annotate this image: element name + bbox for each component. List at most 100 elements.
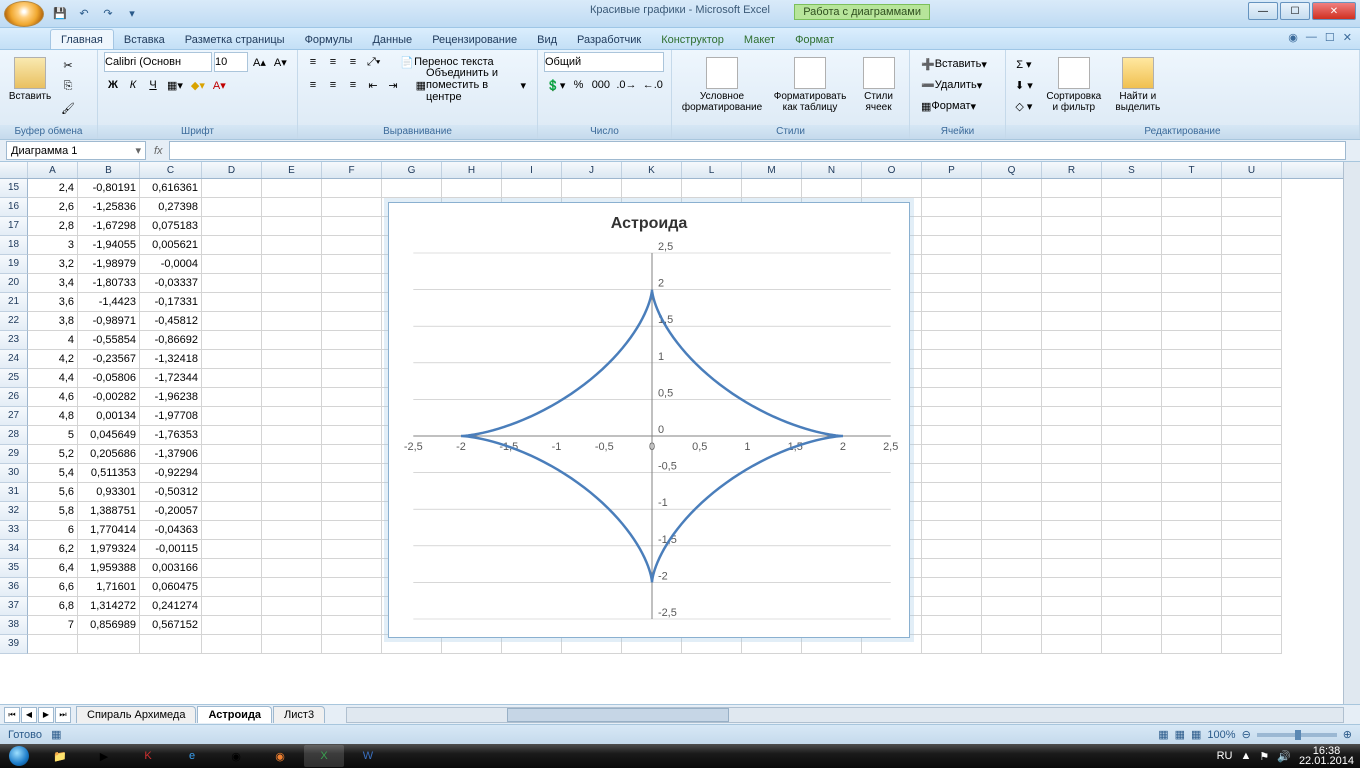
cell-D36[interactable] <box>202 578 262 597</box>
cell-P23[interactable] <box>922 331 982 350</box>
cell-B29[interactable]: 0,205686 <box>78 445 140 464</box>
cell-U15[interactable] <box>1222 179 1282 198</box>
cell-E18[interactable] <box>262 236 322 255</box>
col-E[interactable]: E <box>262 162 322 178</box>
view-break[interactable]: ▦ <box>1191 728 1201 741</box>
cell-D28[interactable] <box>202 426 262 445</box>
zoom-level[interactable]: 100% <box>1207 729 1235 741</box>
sheet-nav-first[interactable]: ⏮ <box>4 707 20 723</box>
cell-U36[interactable] <box>1222 578 1282 597</box>
cell-S16[interactable] <box>1102 198 1162 217</box>
cell-P29[interactable] <box>922 445 982 464</box>
indent-dec[interactable]: ⇤ <box>364 75 382 95</box>
row-24[interactable]: 24 <box>0 350 28 369</box>
cell-A30[interactable]: 5,4 <box>28 464 78 483</box>
cell-Q32[interactable] <box>982 502 1042 521</box>
cell-C19[interactable]: -0,0004 <box>140 255 202 274</box>
cell-R34[interactable] <box>1042 540 1102 559</box>
cell-U37[interactable] <box>1222 597 1282 616</box>
row-26[interactable]: 26 <box>0 388 28 407</box>
cell-A33[interactable]: 6 <box>28 521 78 540</box>
cell-S37[interactable] <box>1102 597 1162 616</box>
cell-T28[interactable] <box>1162 426 1222 445</box>
cell-E15[interactable] <box>262 179 322 198</box>
clear[interactable]: ◇ ▾ <box>1012 96 1036 116</box>
minimize-button[interactable]: — <box>1248 2 1278 20</box>
bold[interactable]: Ж <box>104 75 122 95</box>
row-39[interactable]: 39 <box>0 635 28 654</box>
cell-B16[interactable]: -1,25836 <box>78 198 140 217</box>
cell-P18[interactable] <box>922 236 982 255</box>
row-33[interactable]: 33 <box>0 521 28 540</box>
col-A[interactable]: A <box>28 162 78 178</box>
shrink-font[interactable]: A▾ <box>271 52 290 72</box>
paste-button[interactable]: Вставить <box>6 52 54 118</box>
formula-bar[interactable] <box>169 141 1346 160</box>
cell-F38[interactable] <box>322 616 382 635</box>
plot-area[interactable]: -2,5-2-1,5-1-0,500,511,522,5-2,5-2-1,5-1… <box>413 253 891 619</box>
col-Q[interactable]: Q <box>982 162 1042 178</box>
cell-B33[interactable]: 1,770414 <box>78 521 140 540</box>
cell-A31[interactable]: 5,6 <box>28 483 78 502</box>
cell-A32[interactable]: 5,8 <box>28 502 78 521</box>
cell-D23[interactable] <box>202 331 262 350</box>
tab-Формулы[interactable]: Формулы <box>295 30 363 49</box>
cell-A35[interactable]: 6,4 <box>28 559 78 578</box>
cell-A22[interactable]: 3,8 <box>28 312 78 331</box>
cell-Q17[interactable] <box>982 217 1042 236</box>
cell-U29[interactable] <box>1222 445 1282 464</box>
office-button[interactable] <box>4 1 44 27</box>
fill-color[interactable]: ◆▾ <box>188 75 208 95</box>
qat-redo[interactable]: ↷ <box>98 4 118 24</box>
cell-T23[interactable] <box>1162 331 1222 350</box>
cell-L15[interactable] <box>682 179 742 198</box>
cell-R25[interactable] <box>1042 369 1102 388</box>
cell-U24[interactable] <box>1222 350 1282 369</box>
cell-S27[interactable] <box>1102 407 1162 426</box>
autosum[interactable]: Σ ▾ <box>1012 54 1036 74</box>
cell-R16[interactable] <box>1042 198 1102 217</box>
cell-F32[interactable] <box>322 502 382 521</box>
cell-Q35[interactable] <box>982 559 1042 578</box>
cell-Q15[interactable] <box>982 179 1042 198</box>
cell-F17[interactable] <box>322 217 382 236</box>
cell-D27[interactable] <box>202 407 262 426</box>
cell-C37[interactable]: 0,241274 <box>140 597 202 616</box>
cell-F36[interactable] <box>322 578 382 597</box>
cell-Q36[interactable] <box>982 578 1042 597</box>
tab-Вставка[interactable]: Вставка <box>114 30 175 49</box>
cell-C39[interactable] <box>140 635 202 654</box>
row-27[interactable]: 27 <box>0 407 28 426</box>
cell-P26[interactable] <box>922 388 982 407</box>
cell-B36[interactable]: 1,71601 <box>78 578 140 597</box>
font-size[interactable] <box>214 52 248 72</box>
cell-D38[interactable] <box>202 616 262 635</box>
cell-U28[interactable] <box>1222 426 1282 445</box>
cell-S17[interactable] <box>1102 217 1162 236</box>
tab-Конструктор[interactable]: Конструктор <box>651 30 734 49</box>
cell-S32[interactable] <box>1102 502 1162 521</box>
cell-Q31[interactable] <box>982 483 1042 502</box>
row-30[interactable]: 30 <box>0 464 28 483</box>
cell-C27[interactable]: -1,97708 <box>140 407 202 426</box>
cell-P27[interactable] <box>922 407 982 426</box>
cell-T29[interactable] <box>1162 445 1222 464</box>
tb-word[interactable]: W <box>348 745 388 767</box>
cell-P21[interactable] <box>922 293 982 312</box>
tb-media[interactable]: ▶ <box>84 745 124 767</box>
cell-T31[interactable] <box>1162 483 1222 502</box>
cell-D19[interactable] <box>202 255 262 274</box>
cell-J15[interactable] <box>562 179 622 198</box>
col-C[interactable]: C <box>140 162 202 178</box>
cell-D16[interactable] <box>202 198 262 217</box>
sheet-Спираль Архимеда[interactable]: Спираль Архимеда <box>76 706 196 723</box>
italic[interactable]: К <box>124 75 142 95</box>
cell-U22[interactable] <box>1222 312 1282 331</box>
cell-Q30[interactable] <box>982 464 1042 483</box>
cell-F26[interactable] <box>322 388 382 407</box>
horizontal-scrollbar[interactable] <box>346 707 1344 723</box>
cell-B21[interactable]: -1,4423 <box>78 293 140 312</box>
cell-T20[interactable] <box>1162 274 1222 293</box>
font-name[interactable] <box>104 52 212 72</box>
cell-F15[interactable] <box>322 179 382 198</box>
